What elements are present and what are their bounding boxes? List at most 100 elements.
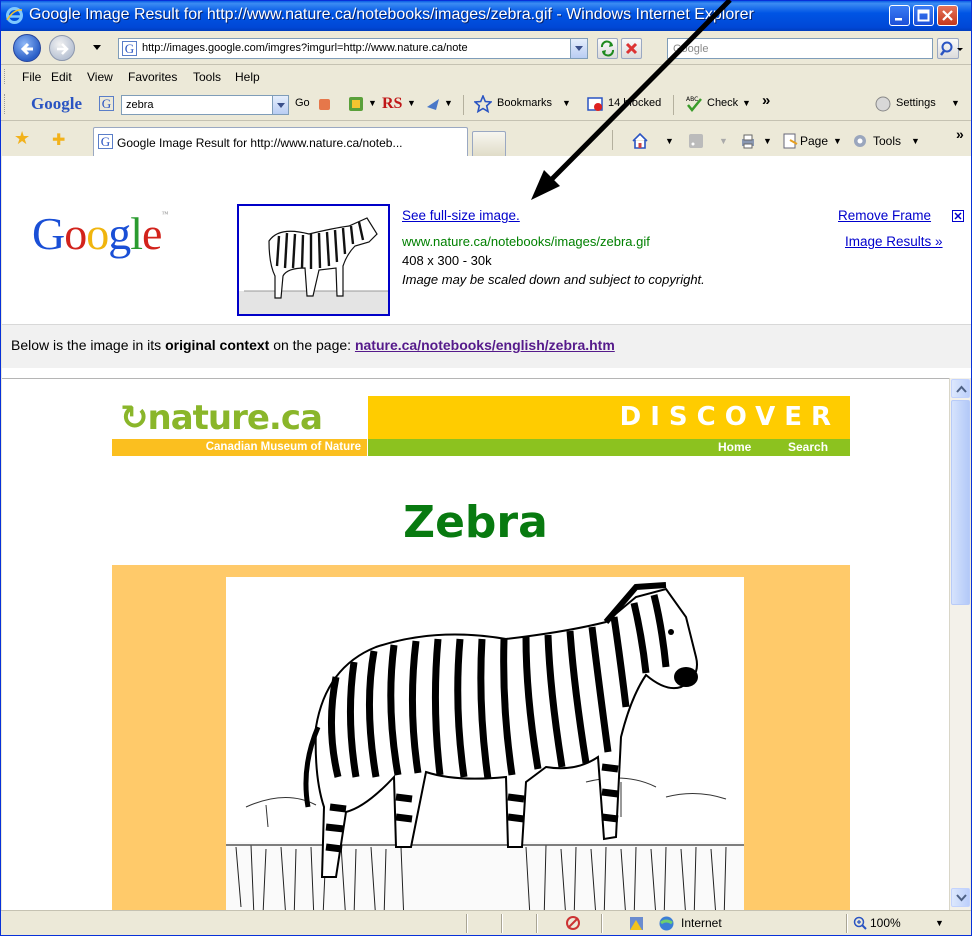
toolbar-grip[interactable] (4, 69, 7, 84)
zebra-image[interactable] (226, 577, 744, 910)
zoom-level[interactable]: 100% (870, 916, 901, 930)
chevron-down-icon[interactable]: ▼ (562, 98, 571, 108)
pagerank-icon[interactable] (347, 95, 365, 113)
google-toolbar-search-value[interactable]: zebra (126, 99, 154, 111)
menu-tools[interactable]: Tools (193, 70, 221, 84)
menu-view[interactable]: View (87, 70, 113, 84)
google-toolbar-search[interactable]: zebra (121, 95, 289, 115)
see-full-size-link[interactable]: See full-size image. (402, 208, 520, 223)
rs-button[interactable]: RS (382, 95, 402, 113)
title-bar[interactable]: Google Image Result for http://www.natur… (1, 1, 971, 31)
google-image-frame: Google™ See full-size image. www.nature.… (2, 156, 971, 378)
google-toolbar-logo[interactable]: Google (31, 94, 82, 114)
blocked-count[interactable]: 14 blocked (608, 97, 661, 109)
search-placeholder[interactable]: Google (673, 43, 708, 55)
page-icon[interactable] (781, 132, 799, 150)
more-commands-button[interactable]: » (956, 126, 964, 142)
favorites-star-icon[interactable]: ★ (14, 128, 30, 149)
nature-logo[interactable]: ↻nature.ca (120, 396, 323, 440)
toolbar-grip[interactable] (4, 94, 7, 114)
gear-icon[interactable] (851, 132, 869, 150)
chevron-down-icon[interactable]: ▼ (665, 136, 674, 146)
address-toolbar: G http://images.google.com/imgres?imgurl… (1, 31, 971, 65)
page-menu-button[interactable]: Page (800, 134, 828, 148)
chevron-down-icon (957, 48, 963, 51)
zebra-image-panel (112, 565, 850, 910)
forward-button[interactable] (49, 35, 75, 61)
bookmark-star-icon[interactable] (474, 95, 492, 113)
home-icon[interactable] (631, 132, 649, 150)
stop-button[interactable] (621, 38, 642, 59)
scroll-up-button[interactable] (951, 379, 970, 398)
original-page-link[interactable]: nature.ca/notebooks/english/zebra.htm (355, 337, 615, 353)
new-tab-button[interactable] (472, 131, 506, 156)
discover-title: DISCOVER (619, 402, 840, 432)
back-button[interactable] (13, 34, 41, 62)
chevron-down-icon[interactable]: ▼ (719, 136, 728, 146)
google-search-dropdown[interactable] (272, 96, 288, 114)
minimize-button[interactable] (889, 5, 910, 26)
google-favicon-icon: G (98, 134, 113, 149)
context-mid: on the page: (273, 337, 352, 353)
refresh-icon (601, 40, 614, 57)
go-button[interactable]: Go (295, 97, 310, 109)
nav-home-link[interactable]: Home (718, 440, 751, 454)
bookmarks-button[interactable]: Bookmarks (497, 97, 552, 109)
tab-google-image-result[interactable]: G Google Image Result for http://www.nat… (93, 127, 468, 156)
google-toolbar-menu[interactable]: G (99, 95, 121, 113)
spellcheck-icon[interactable]: ABC (685, 94, 703, 112)
chevron-down-icon[interactable]: ▼ (833, 136, 842, 146)
zebra-thumbnail[interactable] (237, 204, 390, 316)
privacy-icon[interactable] (564, 914, 582, 932)
rss-feeds-icon[interactable] (687, 132, 705, 150)
settings-icon[interactable] (874, 95, 892, 113)
chevron-down-icon[interactable]: ▼ (742, 98, 751, 108)
protected-mode-icon[interactable] (628, 915, 645, 932)
add-favorite-icon[interactable]: ✚ (52, 130, 65, 150)
chevron-down-icon[interactable]: ▼ (407, 98, 416, 108)
security-zone: Internet (681, 916, 722, 930)
scroll-down-button[interactable] (951, 888, 970, 907)
menu-edit[interactable]: Edit (51, 70, 72, 84)
chevron-down-icon[interactable]: ▼ (951, 98, 960, 108)
search-options-dropdown[interactable] (953, 38, 967, 59)
scroll-thumb[interactable] (951, 400, 970, 605)
refresh-button[interactable] (597, 38, 618, 59)
nature-logo-area[interactable]: ↻nature.ca (112, 396, 367, 440)
menu-favorites[interactable]: Favorites (128, 70, 177, 84)
remove-frame-link[interactable]: Remove Frame (838, 208, 931, 223)
tools-menu-button[interactable]: Tools (873, 134, 901, 148)
menu-help[interactable]: Help (235, 70, 260, 84)
context-bold: original context (165, 337, 270, 353)
chevron-down-icon[interactable]: ▼ (935, 918, 944, 928)
chevron-down-icon[interactable]: ▼ (444, 98, 453, 108)
address-url[interactable]: http://images.google.com/imgres?imgurl=h… (142, 42, 552, 54)
more-tools-button[interactable]: » (762, 92, 770, 109)
svg-text:ABC: ABC (686, 96, 698, 103)
history-dropdown-icon[interactable] (93, 45, 101, 50)
maximize-button[interactable] (913, 5, 934, 26)
search-box[interactable]: Google (667, 38, 933, 59)
popup-blocker-icon[interactable] (586, 95, 604, 113)
menu-file[interactable]: File (22, 70, 41, 84)
close-button[interactable] (937, 5, 958, 26)
settings-button[interactable]: Settings (896, 97, 936, 109)
nav-search-link[interactable]: Search (788, 440, 828, 454)
send-to-icon[interactable] (424, 95, 442, 113)
address-dropdown-button[interactable] (570, 39, 587, 58)
nature-leaf-icon: ↻ (120, 398, 148, 438)
zoom-icon[interactable] (853, 916, 868, 931)
chevron-down-icon[interactable]: ▼ (911, 136, 920, 146)
address-bar[interactable]: G http://images.google.com/imgres?imgurl… (118, 38, 588, 59)
image-results-link[interactable]: Image Results » (845, 234, 943, 249)
chevron-down-icon[interactable]: ▼ (368, 98, 377, 108)
highlight-icon[interactable] (316, 95, 334, 113)
print-icon[interactable] (739, 132, 757, 150)
check-button[interactable]: Check (707, 97, 738, 109)
close-frame-icon[interactable] (952, 210, 964, 222)
context-text: Below is the image in its original conte… (11, 337, 615, 353)
vertical-scrollbar[interactable] (949, 378, 970, 910)
chevron-down-icon[interactable]: ▼ (763, 136, 772, 146)
google-logo[interactable]: Google™ (32, 211, 168, 257)
zebra-thumbnail-image (239, 217, 388, 314)
